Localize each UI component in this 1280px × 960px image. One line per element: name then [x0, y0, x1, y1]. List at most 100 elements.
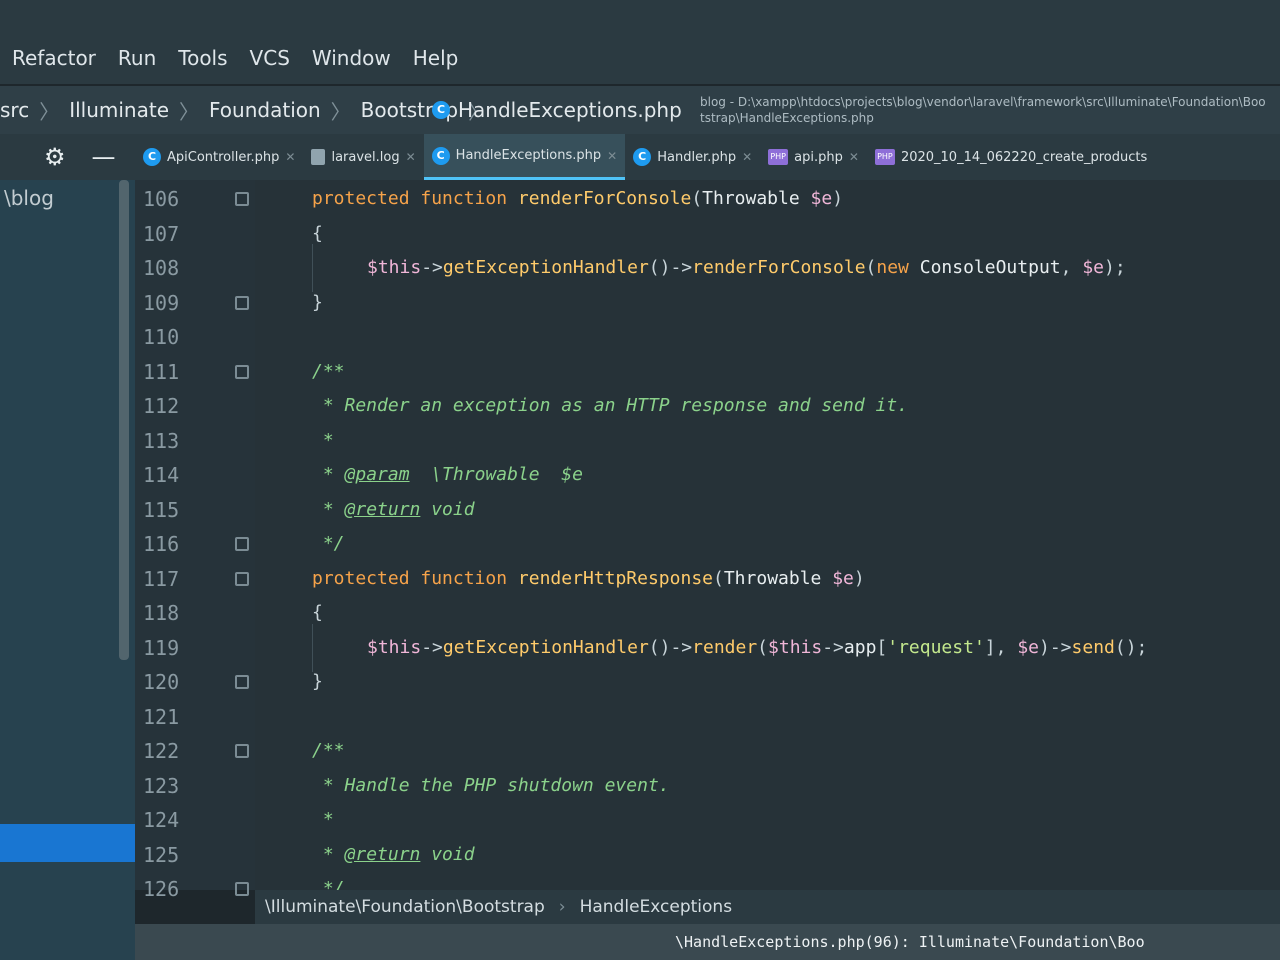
- code-token-pun: }: [312, 671, 323, 692]
- fold-marker-icon[interactable]: [235, 364, 249, 379]
- code-token-pun: ): [832, 188, 844, 209]
- selected-tree-item[interactable]: [0, 824, 135, 862]
- code-token-pun: (: [757, 636, 769, 658]
- breadcrumb-item[interactable]: src: [0, 98, 29, 122]
- breadcrumb-item[interactable]: Illuminate: [69, 98, 169, 122]
- code-token-pun: )->: [1039, 636, 1072, 658]
- php-file-icon: PHP: [768, 149, 789, 165]
- code-token-cm: *: [312, 843, 345, 865]
- code-token-tag: @return: [344, 498, 421, 520]
- bottom-crumb-class[interactable]: HandleExceptions: [580, 897, 732, 917]
- code-line: * @param \Throwable $e: [312, 458, 583, 493]
- collapse-icon[interactable]: —: [92, 143, 116, 171]
- tab-api[interactable]: PHP api.php ✕: [760, 134, 867, 180]
- fold-marker-icon[interactable]: [235, 675, 249, 689]
- line-number: 116: [143, 532, 180, 556]
- tab-apicontroller[interactable]: C ApiController.php ✕: [135, 134, 303, 180]
- fold-marker-icon[interactable]: [235, 192, 249, 206]
- tab-handleexceptions[interactable]: C HandleExceptions.php ✕: [423, 134, 626, 180]
- code-line: protected function renderForConsole(Thro…: [312, 182, 843, 217]
- fold-marker-icon[interactable]: [235, 744, 249, 758]
- menu-help[interactable]: Help: [413, 46, 459, 70]
- file-icon: [311, 149, 326, 165]
- line-number: 118: [143, 601, 180, 625]
- tab-label: api.php: [794, 149, 843, 165]
- code-token-pun: ()->: [648, 257, 693, 278]
- gear-icon[interactable]: ⚙: [44, 143, 66, 171]
- code-token-cm: * Render an exception as an HTTP respons…: [312, 395, 909, 416]
- php-file-icon: PHP: [874, 149, 895, 165]
- line-number: 106: [143, 187, 180, 211]
- tab-label: laravel.log: [331, 149, 400, 165]
- line-number: 123: [143, 773, 180, 798]
- code-line: * Render an exception as an HTTP respons…: [312, 389, 908, 424]
- tab-laravel[interactable]: laravel.log ✕: [303, 134, 423, 180]
- code-token-pun: ()->: [648, 636, 693, 658]
- project-root[interactable]: \blog: [0, 180, 135, 216]
- line-number: 109: [143, 290, 180, 315]
- code-token-fn: getExceptionHandler: [442, 257, 649, 278]
- class-icon: C: [143, 148, 161, 166]
- indent-guide: [312, 244, 313, 293]
- code-token-kw: function: [420, 188, 518, 209]
- line-number: 108: [143, 256, 180, 280]
- breadcrumb-file[interactable]: C HandleExceptions.php: [432, 98, 682, 122]
- close-icon[interactable]: ✕: [285, 150, 295, 164]
- line-number: 111: [143, 359, 180, 384]
- fold-marker-icon[interactable]: [235, 882, 249, 896]
- bottom-crumb-namespace[interactable]: \Illuminate\Foundation\Bootstrap: [265, 897, 545, 917]
- class-icon: C: [431, 146, 450, 165]
- code-token-var: $e: [1082, 257, 1104, 278]
- tab-label: 2020_10_14_062220_create_products: [900, 149, 1148, 165]
- code-line: $this->getExceptionHandler()->renderForC…: [367, 251, 1126, 286]
- class-icon: C: [432, 101, 450, 119]
- fold-marker-icon[interactable]: [235, 571, 249, 586]
- code-token-var: $e: [1017, 636, 1039, 658]
- code-line: {: [312, 217, 323, 252]
- code-line: * @return void: [312, 838, 475, 873]
- line-number-gutter: 106 107 108 109 110 111 112 113 114 115 116 117 118 1…: [135, 180, 255, 901]
- code-token-var: $this: [367, 636, 422, 658]
- code-token-tag: @return: [344, 843, 421, 865]
- close-icon[interactable]: ✕: [849, 150, 859, 164]
- code-editor[interactable]: protected function renderForConsole(Thro…: [255, 180, 1280, 899]
- menu-refactor[interactable]: Refactor: [12, 46, 96, 70]
- code-token-cm: void: [420, 843, 475, 865]
- code-token-cm: /**: [312, 360, 345, 382]
- tab-handler[interactable]: C Handler.php ✕: [625, 134, 760, 180]
- code-token-pun: ();: [1114, 636, 1148, 658]
- line-number: 120: [143, 670, 180, 694]
- project-panel: \blog: [0, 180, 135, 960]
- code-line: protected function renderHttpResponse(Th…: [312, 562, 865, 597]
- fold-marker-icon[interactable]: [235, 295, 249, 310]
- line-number: 125: [143, 842, 180, 867]
- code-token-cm: */: [312, 533, 345, 554]
- code-token-var: $this: [367, 257, 422, 278]
- menu-run[interactable]: Run: [118, 46, 156, 70]
- line-number: 126: [143, 877, 180, 901]
- close-icon[interactable]: ✕: [406, 150, 416, 164]
- menu-vcs[interactable]: VCS: [250, 46, 290, 70]
- code-token-def: app: [843, 636, 877, 658]
- close-icon[interactable]: ✕: [607, 149, 617, 163]
- code-token-def: Throwable: [723, 567, 833, 589]
- editor-tabs: C ApiController.php ✕ laravel.log ✕ C HandleEx…: [135, 134, 1280, 180]
- menu-tools[interactable]: Tools: [178, 46, 227, 70]
- code-token-cm: *: [312, 464, 345, 485]
- code-token-pun: );: [1104, 257, 1126, 278]
- code-line: */: [312, 527, 345, 562]
- code-line: }: [312, 286, 323, 321]
- project-scrollbar[interactable]: [119, 180, 129, 660]
- tab-2020_10_14_062220_create_products[interactable]: PHP 2020_10_14_062220_create_products: [867, 134, 1155, 180]
- chevron-right-icon: 〉: [179, 99, 200, 124]
- code-breadcrumb: \Illuminate\Foundation\Bootstrap › Handl…: [255, 890, 1280, 924]
- menu-window[interactable]: Window: [312, 46, 391, 70]
- code-token-cm: *: [312, 498, 345, 520]
- code-line: * Handle the PHP shutdown event.: [312, 769, 670, 804]
- code-token-pun: (: [691, 188, 703, 209]
- code-token-pun: [: [876, 636, 888, 658]
- close-icon[interactable]: ✕: [742, 150, 752, 164]
- breadcrumb-item[interactable]: Foundation: [209, 98, 321, 122]
- fold-marker-icon[interactable]: [235, 537, 249, 551]
- terminal-output: \HandleExceptions.php(96): Illuminate\Fo…: [135, 924, 1280, 960]
